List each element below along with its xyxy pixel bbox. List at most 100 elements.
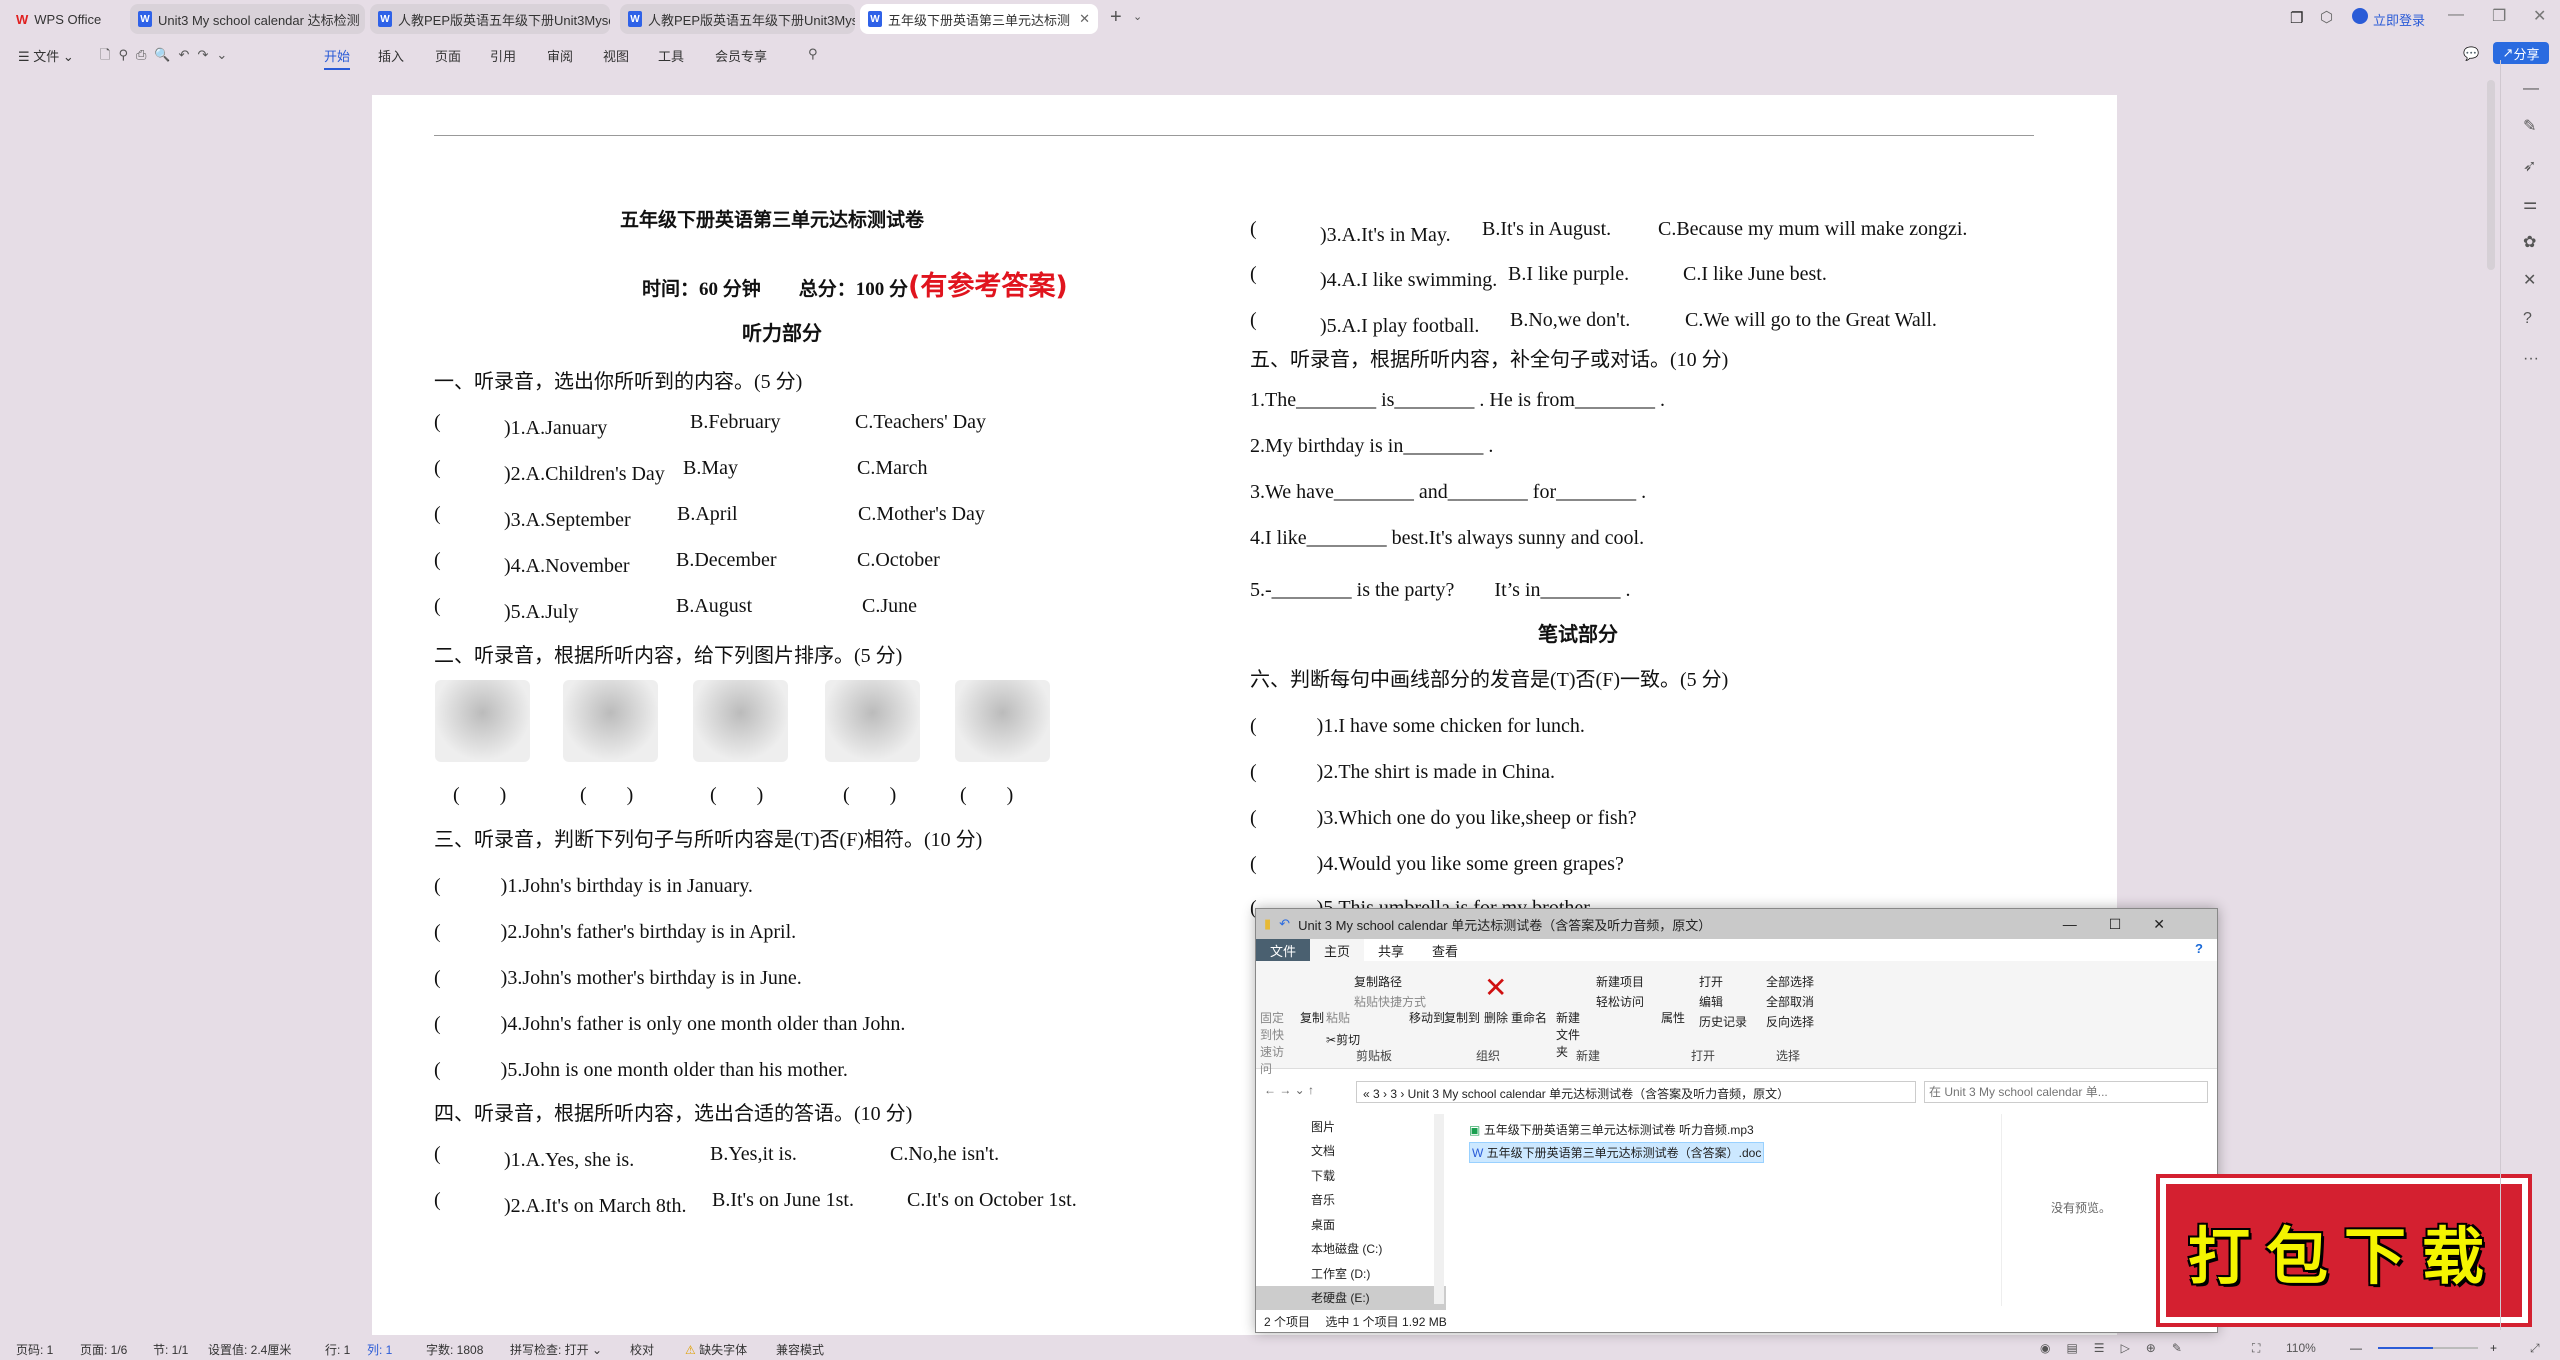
window-mode-icon[interactable]: ❐ <box>2290 9 2303 27</box>
answer-paren[interactable]: ( <box>1250 263 1257 286</box>
select-none-button[interactable]: 全部取消 <box>1766 993 1814 1010</box>
file-explorer-window[interactable]: ▮ ↶ Unit 3 My school calendar 单元达标测试卷（含答案… <box>1255 908 2218 1333</box>
tab-document[interactable]: W 人教PEP版英语五年级下册Unit3Mysc <box>620 4 855 34</box>
pen-icon[interactable]: ✎ <box>2523 116 2536 136</box>
invert-selection-button[interactable]: 反向选择 <box>1766 1013 1814 1030</box>
order-blank[interactable]: ( ) <box>580 778 633 807</box>
copy-to-button[interactable]: 复制到 <box>1444 1009 1480 1026</box>
explorer-search-input[interactable] <box>1924 1081 2208 1103</box>
adjust-icon[interactable]: ⚌ <box>2523 194 2537 214</box>
rename-button[interactable]: 重命名 <box>1511 1009 1547 1026</box>
nav-item-documents[interactable]: 文档 <box>1256 1139 1446 1164</box>
style-icon[interactable]: ✿ <box>2523 232 2536 252</box>
missing-font-button[interactable]: ⚠ 缺失字体 <box>685 1341 747 1358</box>
tab-document[interactable]: W Unit3 My school calendar 达标检测 <box>130 4 365 34</box>
address-bar[interactable]: « 3 › 3 › Unit 3 My school calendar 单元达标… <box>1356 1081 1916 1103</box>
file-menu[interactable]: ☰ 文件 ⌄ <box>18 46 74 65</box>
more-icon[interactable]: ··· <box>2523 350 2539 368</box>
answer-paren[interactable]: ( <box>434 457 441 480</box>
nav-item-desktop[interactable]: 桌面 <box>1256 1212 1446 1237</box>
file-item-selected[interactable]: W 五年级下册英语第三单元达标测试卷（含答案）.doc <box>1469 1142 1765 1163</box>
copy-path-button[interactable]: 复制路径 <box>1354 973 1402 990</box>
view-mode-icons[interactable]: ◉▤☰▷⊕✎ <box>2040 1341 2198 1355</box>
answer-paren[interactable]: ( <box>434 595 441 618</box>
order-blank[interactable]: ( ) <box>843 778 896 807</box>
help-icon[interactable]: ? <box>2181 939 2217 961</box>
answer-paren[interactable]: ( <box>434 411 441 434</box>
answer-paren[interactable]: ( <box>1250 309 1257 332</box>
delete-icon[interactable]: ✕ <box>1484 971 1507 1004</box>
history-button[interactable]: 历史记录 <box>1699 1013 1747 1030</box>
zoom-out-button[interactable]: — <box>2350 1341 2362 1355</box>
fullscreen-icon[interactable]: ⤢ <box>2530 1341 2540 1356</box>
nav-item-drive-d[interactable]: 工作室 (D:) <box>1256 1261 1446 1286</box>
zoom-slider[interactable] <box>2378 1347 2478 1349</box>
ribbon-tab-home[interactable]: 主页 <box>1310 939 1365 961</box>
nav-item-music[interactable]: 音乐 <box>1256 1188 1446 1213</box>
cut-button[interactable]: ✂剪切 <box>1326 1031 1360 1048</box>
paste-shortcut-button[interactable]: 粘贴快捷方式 <box>1354 993 1426 1010</box>
collapse-icon[interactable]: — <box>2523 80 2539 98</box>
tab-wps-office[interactable]: W WPS Office <box>8 4 126 34</box>
copy-button[interactable]: 复制 <box>1300 1009 1324 1026</box>
paste-button[interactable]: 粘贴 <box>1326 1009 1350 1026</box>
zoom-level[interactable]: 110% <box>2286 1341 2316 1355</box>
tab-document[interactable]: W 人教PEP版英语五年级下册Unit3Mysc <box>370 4 610 34</box>
close-tab-icon[interactable]: ✕ <box>1079 11 1090 27</box>
download-package-stamp[interactable]: 打包下载 <box>2156 1174 2532 1327</box>
ribbon-tab-file[interactable]: 文件 <box>1256 939 1311 961</box>
nav-arrows[interactable]: ← → ⌄ ↑ <box>1264 1083 1314 1097</box>
vertical-scrollbar[interactable] <box>2487 80 2495 270</box>
help-icon[interactable]: ? <box>2523 310 2532 328</box>
status-word-count[interactable]: 字数: 1808 <box>426 1341 483 1358</box>
order-blank[interactable]: ( ) <box>453 778 506 807</box>
login-link[interactable]: 立即登录 <box>2373 10 2425 29</box>
tab-list-chevron-icon[interactable]: ⌄ <box>1133 10 1142 23</box>
cube-icon[interactable]: ⬡ <box>2320 8 2333 26</box>
edit-button[interactable]: 编辑 <box>1699 993 1723 1010</box>
answer-paren[interactable]: ( <box>434 549 441 572</box>
tools-icon[interactable]: ✕ <box>2523 270 2536 290</box>
zoom-in-button[interactable]: + <box>2490 1341 2497 1355</box>
spell-check-toggle[interactable]: 拼写检查: 打开 ⌄ <box>510 1341 602 1358</box>
easy-access-button[interactable]: 轻松访问 <box>1596 993 1644 1010</box>
restore-button[interactable]: ❐ <box>2492 6 2506 26</box>
window-controls[interactable]: —☐✕ <box>2063 916 2217 933</box>
properties-button[interactable]: 属性 <box>1661 1009 1685 1026</box>
status-pages[interactable]: 页面: 1/6 <box>80 1341 127 1358</box>
menu-member[interactable]: 会员专享 <box>715 46 767 65</box>
select-all-button[interactable]: 全部选择 <box>1766 973 1814 990</box>
nav-item-pictures[interactable]: 图片 <box>1256 1114 1446 1139</box>
tab-active-document[interactable]: W 五年级下册英语第三单元达标测 ✕ <box>860 4 1098 34</box>
nav-item-drive-c[interactable]: 本地磁盘 (C:) <box>1256 1237 1446 1262</box>
move-to-button[interactable]: 移动到 <box>1409 1009 1445 1026</box>
nav-item-downloads[interactable]: 下载 <box>1256 1163 1446 1188</box>
delete-button[interactable]: 删除 <box>1484 1009 1508 1026</box>
menu-references[interactable]: 引用 <box>490 46 516 65</box>
menu-home[interactable]: 开始 <box>324 46 351 70</box>
file-item[interactable]: ▣ 五年级下册英语第三单元达标测试卷 听力音频.mp3 <box>1469 1121 1754 1138</box>
minimize-button[interactable]: — <box>2448 6 2464 24</box>
new-tab-button[interactable]: + <box>1110 6 1122 29</box>
proofread-button[interactable]: 校对 <box>630 1341 654 1358</box>
ribbon-tab-share[interactable]: 共享 <box>1364 939 1418 961</box>
ribbon-tab-view[interactable]: 查看 <box>1418 939 1472 961</box>
order-blank[interactable]: ( ) <box>710 778 763 807</box>
quick-access-icons[interactable]: 🗋⚲⎙🔍↶↷⌄ <box>100 46 235 68</box>
menu-view[interactable]: 视图 <box>603 46 629 65</box>
new-item-button[interactable]: 新建项目 <box>1596 973 1644 990</box>
menu-review[interactable]: 审阅 <box>547 46 573 65</box>
answer-paren[interactable]: ( <box>434 1189 441 1212</box>
comment-icon[interactable]: 💬 <box>2463 46 2479 62</box>
undo-icon[interactable]: ↶ <box>1279 916 1290 932</box>
pin-quick-access-button[interactable]: 固定到快速访问 <box>1260 1009 1294 1077</box>
fit-page-icon[interactable]: ⛶ <box>2252 1341 2260 1356</box>
menu-tools[interactable]: 工具 <box>658 46 684 65</box>
answer-paren[interactable]: ( <box>434 503 441 526</box>
open-button[interactable]: 打开 <box>1699 973 1723 990</box>
menu-page[interactable]: 页面 <box>435 46 461 65</box>
order-blank[interactable]: ( ) <box>960 778 1013 807</box>
nav-scrollbar[interactable] <box>1434 1114 1444 1304</box>
nav-item-drive-e[interactable]: 老硬盘 (E:) <box>1256 1285 1446 1310</box>
answer-paren[interactable]: ( <box>1250 218 1257 241</box>
